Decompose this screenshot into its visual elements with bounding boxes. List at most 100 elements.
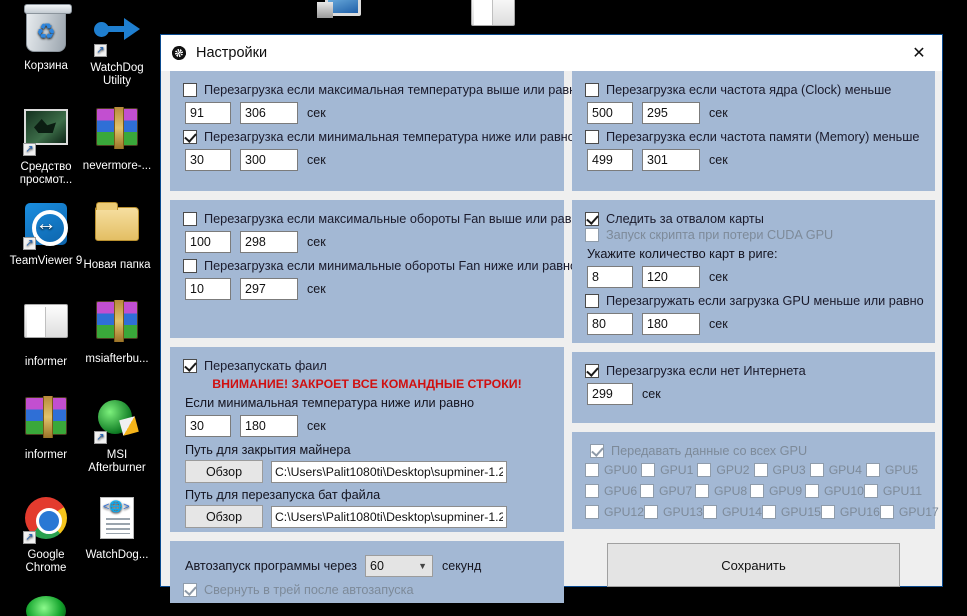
min-temp-row[interactable]: Перезагрузка если минимальная температур…	[183, 130, 575, 144]
restart-file-delay-input[interactable]	[240, 415, 298, 437]
desktop-icon-msi-afterburner[interactable]: ↗ MSI Afterburner	[80, 392, 154, 475]
desktop-icon-google-chrome[interactable]: ↗ Google Chrome	[9, 493, 83, 575]
min-fan-value-input[interactable]	[185, 278, 231, 300]
card-count-input[interactable]	[587, 266, 633, 288]
gpu-load-checkbox[interactable]	[585, 294, 599, 308]
mem-clock-delay-input[interactable]	[642, 149, 700, 171]
minimize-tray-checkbox[interactable]	[183, 583, 197, 597]
gpu-load-row[interactable]: Перезагружать если загрузка GPU меньше и…	[585, 294, 924, 308]
minimize-tray-row[interactable]: Свернуть в трей после автозапуска	[183, 583, 551, 597]
gpu-item-10[interactable]: GPU10	[804, 484, 864, 498]
core-clock-delay-input[interactable]	[642, 102, 700, 124]
gpu-item-1[interactable]: GPU1	[641, 463, 697, 477]
desktop-icon-informer-archive[interactable]: informer	[9, 392, 83, 462]
min-temp-checkbox[interactable]	[183, 130, 197, 144]
restart-file-checkbox[interactable]	[183, 359, 197, 373]
gpu15-checkbox[interactable]	[761, 505, 776, 519]
gpu12-checkbox[interactable]	[585, 505, 599, 519]
restart-file-row[interactable]: Перезапускать фаил	[183, 359, 551, 373]
max-temp-row[interactable]: Перезагрузка если максимальная температу…	[183, 83, 583, 97]
gpu-item-6[interactable]: GPU6	[585, 484, 640, 498]
desktop-icon-informer-folder[interactable]: informer	[9, 296, 83, 369]
min-fan-row[interactable]: Перезагрузка если минимальные обороты Fa…	[183, 259, 577, 273]
gpu16-checkbox[interactable]	[820, 505, 835, 519]
internet-row[interactable]: Перезагрузка если нет Интернета	[585, 364, 922, 378]
card-watch-checkbox[interactable]	[585, 212, 599, 226]
desktop-icon-nevermore-archive[interactable]: nevermore-...	[80, 103, 154, 173]
gpu0-checkbox[interactable]	[585, 463, 599, 477]
min-fan-delay-input[interactable]	[240, 278, 298, 300]
core-clock-checkbox[interactable]	[585, 83, 599, 97]
gpu-item-7[interactable]: GPU7	[639, 484, 695, 498]
autostart-delay-select[interactable]: 60 ▼	[365, 555, 433, 577]
gpu13-checkbox[interactable]	[643, 505, 658, 519]
gpu8-checkbox[interactable]	[694, 484, 709, 498]
desktop-icon-teamviewer[interactable]: ↗ TeamViewer 9	[9, 199, 83, 268]
save-button[interactable]: Сохранить	[607, 543, 900, 587]
desktop-icon-watchdog-utility[interactable]: ↗ WatchDog Utility	[80, 6, 154, 88]
mem-clock-value-input[interactable]	[587, 149, 633, 171]
card-watch-row[interactable]: Следить за отвалом карты	[585, 212, 922, 226]
gpu-item-17[interactable]: GPU17	[879, 505, 939, 519]
internet-delay-input[interactable]	[587, 383, 633, 405]
max-temp-value-input[interactable]	[185, 102, 231, 124]
max-fan-delay-input[interactable]	[240, 231, 298, 253]
gpu-item-5[interactable]: GPU5	[865, 463, 922, 477]
gpu5-checkbox[interactable]	[865, 463, 880, 477]
min-temp-value-input[interactable]	[185, 149, 231, 171]
gpu-item-11[interactable]: GPU11	[863, 484, 922, 498]
gpu-item-15[interactable]: GPU15	[761, 505, 821, 519]
gpu-load-value-input[interactable]	[587, 313, 633, 335]
desktop-icon-recycle-bin[interactable]: Корзина	[9, 4, 83, 73]
miner-browse-button[interactable]: Обзор	[185, 460, 263, 483]
gpu7-checkbox[interactable]	[639, 484, 654, 498]
gpu2-checkbox[interactable]	[697, 463, 712, 477]
internet-checkbox[interactable]	[585, 364, 599, 378]
gpu-item-8[interactable]: GPU8	[694, 484, 750, 498]
core-clock-row[interactable]: Перезагрузка если частота ядра (Clock) м…	[585, 83, 922, 97]
gpu-load-delay-input[interactable]	[642, 313, 700, 335]
max-fan-value-input[interactable]	[185, 231, 231, 253]
gpu-item-12[interactable]: GPU12	[585, 505, 644, 519]
gpu-item-9[interactable]: GPU9	[749, 484, 805, 498]
desktop-icon-partial-bottom[interactable]	[9, 596, 83, 616]
gpu11-checkbox[interactable]	[863, 484, 878, 498]
gpu14-checkbox[interactable]	[702, 505, 717, 519]
max-temp-delay-input[interactable]	[240, 102, 298, 124]
gpu-item-3[interactable]: GPU3	[753, 463, 810, 477]
restart-file-value-input[interactable]	[185, 415, 231, 437]
mem-clock-checkbox[interactable]	[585, 130, 599, 144]
card-count-delay-input[interactable]	[642, 266, 700, 288]
gpu-item-14[interactable]: GPU14	[702, 505, 762, 519]
desktop-icon-msiafterburner-archive[interactable]: msiafterbu...	[80, 296, 154, 366]
max-fan-checkbox[interactable]	[183, 212, 197, 226]
desktop-icon-my-computer[interactable]	[303, 0, 377, 36]
max-fan-row[interactable]: Перезагрузка если максимальные обороты F…	[183, 212, 586, 226]
gpu6-checkbox[interactable]	[585, 484, 599, 498]
desktop-icon-new-folder[interactable]: Новая папка	[80, 199, 154, 272]
gpu3-checkbox[interactable]	[753, 463, 768, 477]
gpu-item-16[interactable]: GPU16	[820, 505, 880, 519]
cuda-script-checkbox[interactable]	[585, 228, 599, 242]
gpu-item-4[interactable]: GPU4	[809, 463, 866, 477]
min-temp-delay-input[interactable]	[240, 149, 298, 171]
max-temp-checkbox[interactable]	[183, 83, 197, 97]
miner-path-input[interactable]	[271, 460, 507, 483]
close-button[interactable]: ✕	[896, 35, 942, 71]
core-clock-value-input[interactable]	[587, 102, 633, 124]
gpu10-checkbox[interactable]	[804, 484, 819, 498]
gpu9-checkbox[interactable]	[749, 484, 764, 498]
gpu-item-2[interactable]: GPU2	[697, 463, 753, 477]
cuda-script-row[interactable]: Запуск скрипта при потери CUDA GPU	[585, 228, 922, 242]
gpu1-checkbox[interactable]	[641, 463, 656, 477]
all-gpu-row[interactable]: Передавать данные со всех GPU	[590, 444, 922, 458]
mem-clock-row[interactable]: Перезагрузка если частота памяти (Memory…	[585, 130, 922, 144]
gpu4-checkbox[interactable]	[809, 463, 824, 477]
gpu-item-13[interactable]: GPU13	[643, 505, 703, 519]
gpu17-checkbox[interactable]	[879, 505, 894, 519]
all-gpu-checkbox[interactable]	[590, 444, 604, 458]
desktop-icon-watchdog-html[interactable]: WatchDog...	[80, 493, 154, 562]
bat-browse-button[interactable]: Обзор	[185, 505, 263, 528]
desktop-icon-photo-viewer[interactable]: ↗ Средство просмот...	[9, 103, 83, 187]
bat-path-input[interactable]	[271, 505, 507, 528]
